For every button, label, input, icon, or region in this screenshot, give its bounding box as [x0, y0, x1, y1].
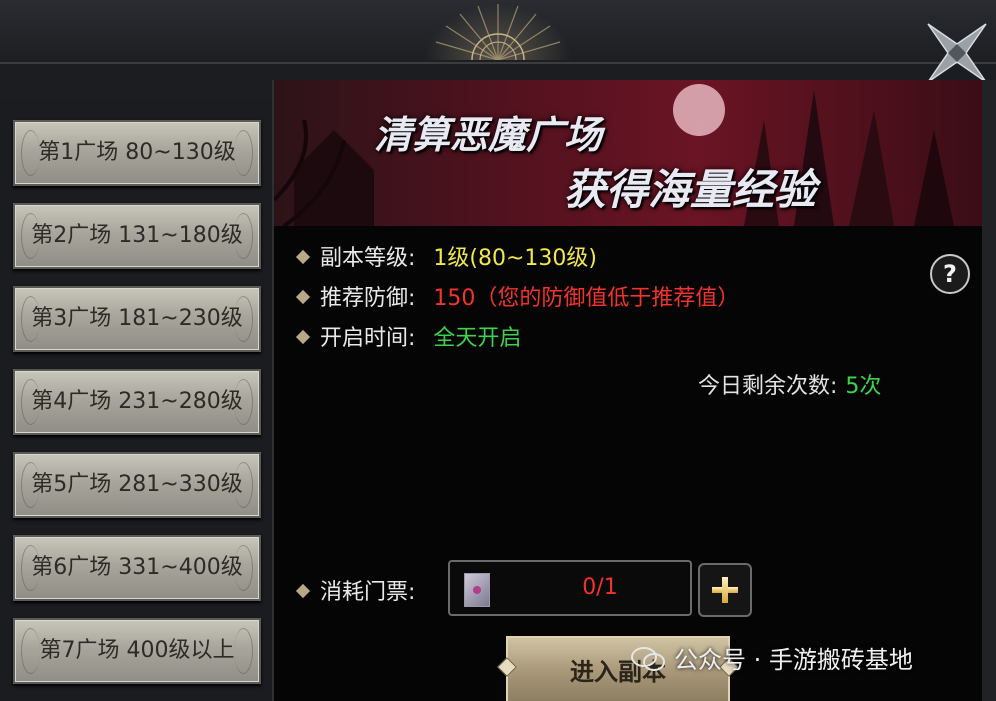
close-icon — [927, 23, 987, 83]
level-button-5[interactable]: 第5广场 281~330级 — [13, 452, 261, 518]
window-right-frame — [982, 80, 996, 701]
ticket-item-icon[interactable] — [464, 573, 490, 607]
dungeon-window: 第1广场 80~130级 第2广场 131~180级 第3广场 181~230级… — [0, 0, 996, 701]
diamond-bullet-icon — [295, 583, 311, 599]
banner-title-line1: 清算恶魔广场 — [374, 112, 603, 157]
close-button[interactable] — [922, 18, 992, 88]
ticket-slot[interactable]: 0/1 — [448, 560, 692, 616]
wechat-icon — [631, 647, 665, 671]
level-button-7[interactable]: 第7广场 400级以上 — [13, 618, 261, 684]
level-button-4[interactable]: 第4广场 231~280级 — [13, 369, 261, 435]
watermark-text: 公众号 · 手游搬砖基地 — [674, 646, 913, 674]
watermark: 公众号 · 手游搬砖基地 — [630, 640, 913, 680]
remaining-value: 5次 — [845, 374, 882, 399]
banner-title-line2: 获得海量经验 — [564, 165, 817, 214]
question-icon: ? — [943, 260, 957, 288]
defense-label: 推荐防御: — [320, 286, 416, 311]
sun-ornament-icon — [418, 0, 578, 60]
level-list: 第1广场 80~130级 第2广场 131~180级 第3广场 181~230级… — [0, 100, 272, 701]
defense-value: 150（您的防御值低于推荐值） — [433, 286, 740, 311]
level-button-6[interactable]: 第6广场 331~400级 — [13, 535, 261, 601]
window-top-frame — [0, 0, 996, 83]
level-button-3[interactable]: 第3广场 181~230级 — [13, 286, 261, 352]
info-row-level: 副本等级: 1级(80~130级) — [295, 240, 598, 274]
ticket-count: 0/1 — [582, 575, 618, 600]
ticket-row: 消耗门票: — [295, 574, 416, 606]
remaining-label: 今日剩余次数: — [698, 374, 838, 399]
remaining-count: 今日剩余次数: 5次 — [698, 368, 881, 400]
time-value: 全天开启 — [433, 326, 522, 351]
level-button-1[interactable]: 第1广场 80~130级 — [13, 120, 261, 186]
dungeon-detail-panel: 清算恶魔广场 获得海量经验 副本等级: 1级(80~130级) 推荐防御: 150（… — [272, 80, 984, 701]
diamond-bullet-icon — [295, 289, 311, 305]
level-button-2[interactable]: 第2广场 131~180级 — [13, 203, 261, 269]
level-label: 副本等级: — [320, 246, 416, 271]
info-row-time: 开启时间: 全天开启 — [295, 320, 522, 354]
time-label: 开启时间: — [320, 326, 416, 351]
dungeon-banner: 清算恶魔广场 获得海量经验 — [274, 80, 984, 226]
add-ticket-button[interactable] — [698, 563, 752, 617]
diamond-bullet-icon — [295, 249, 311, 265]
diamond-bullet-icon — [295, 329, 311, 345]
info-row-defense: 推荐防御: 150（您的防御值低于推荐值） — [295, 280, 740, 314]
help-button[interactable]: ? — [930, 254, 970, 294]
ticket-label: 消耗门票: — [320, 580, 416, 605]
level-value: 1级(80~130级) — [433, 246, 598, 271]
